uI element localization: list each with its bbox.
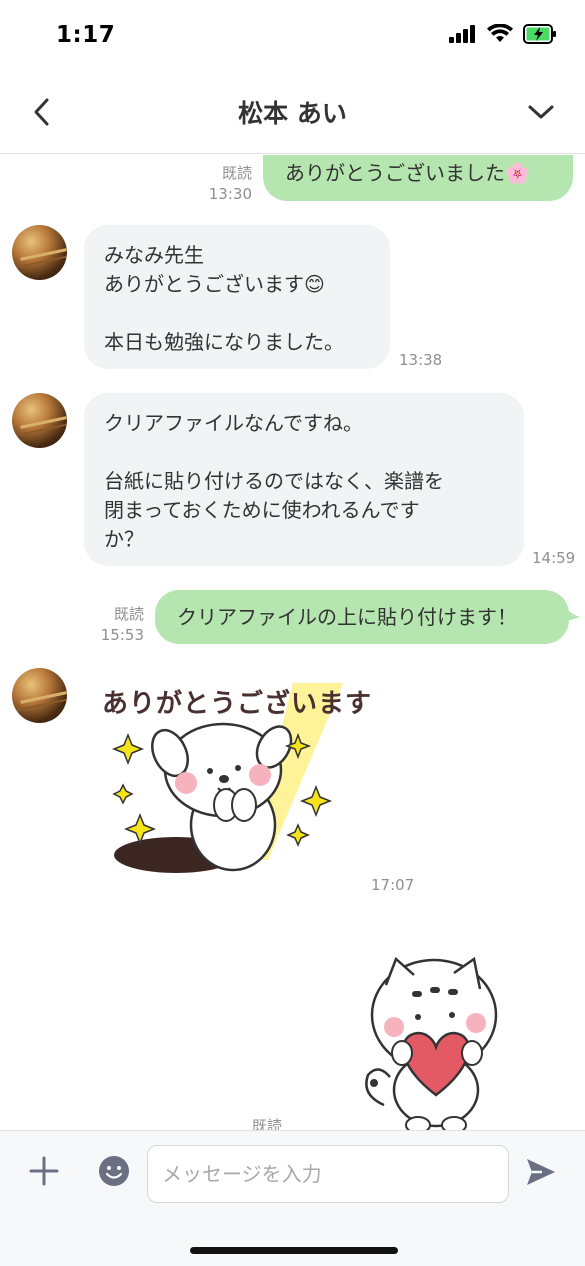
wifi-icon: [487, 24, 513, 42]
home-indicator[interactable]: [190, 1247, 398, 1254]
outgoing-message[interactable]: ありがとうございました🌸: [263, 155, 573, 201]
status-bar: 1:17: [0, 0, 585, 76]
plus-icon[interactable]: [26, 1153, 62, 1189]
contact-avatar[interactable]: [12, 668, 67, 723]
message-time: 14:59: [532, 549, 576, 567]
message-input-bar: [0, 1130, 585, 1266]
send-icon[interactable]: [524, 1155, 558, 1189]
message-time: 13:38: [399, 351, 443, 369]
chevron-down-icon: [528, 105, 554, 119]
incoming-message[interactable]: クリアファイルなんですね。 台紙に貼り付けるのではなく、楽譜を 閉まっておくため…: [84, 393, 524, 566]
chat-header: 松本 あい: [0, 76, 585, 154]
status-time: 1:17: [56, 22, 116, 48]
message-time: 15:53: [100, 626, 144, 644]
menu-toggle-button[interactable]: [523, 94, 559, 130]
sticker-caption: ありがとうございます: [102, 689, 373, 719]
message-time: 13:30: [208, 185, 252, 203]
outgoing-message[interactable]: クリアファイルの上に貼り付けます！: [155, 590, 569, 644]
status-icons: [449, 24, 557, 44]
chat-screen: 1:17 松本 あい 既読 13:30 ありがとうございました🌸 みなみ先生 あ…: [0, 0, 585, 1266]
message-input[interactable]: [147, 1145, 509, 1203]
signal-icon: [449, 25, 475, 43]
chat-title: 松本 あい: [238, 99, 347, 128]
bubble-tail: [562, 603, 580, 621]
emoji-icon[interactable]: [96, 1153, 132, 1189]
message-time: 17:07: [371, 876, 415, 894]
battery-charging-icon: [523, 24, 556, 44]
read-receipt: 既読: [252, 1117, 283, 1130]
incoming-message[interactable]: みなみ先生 ありがとうございます😊 本日も勉強になりました。: [84, 225, 390, 369]
read-receipt: 既読: [113, 605, 144, 623]
read-receipt: 既読: [221, 164, 252, 182]
message-list[interactable]: 既読 13:30 ありがとうございました🌸 みなみ先生 ありがとうございます😊 …: [0, 155, 585, 1130]
contact-avatar[interactable]: [12, 393, 67, 448]
contact-avatar[interactable]: [12, 225, 67, 280]
sticker-cat-heart[interactable]: [356, 955, 506, 1130]
